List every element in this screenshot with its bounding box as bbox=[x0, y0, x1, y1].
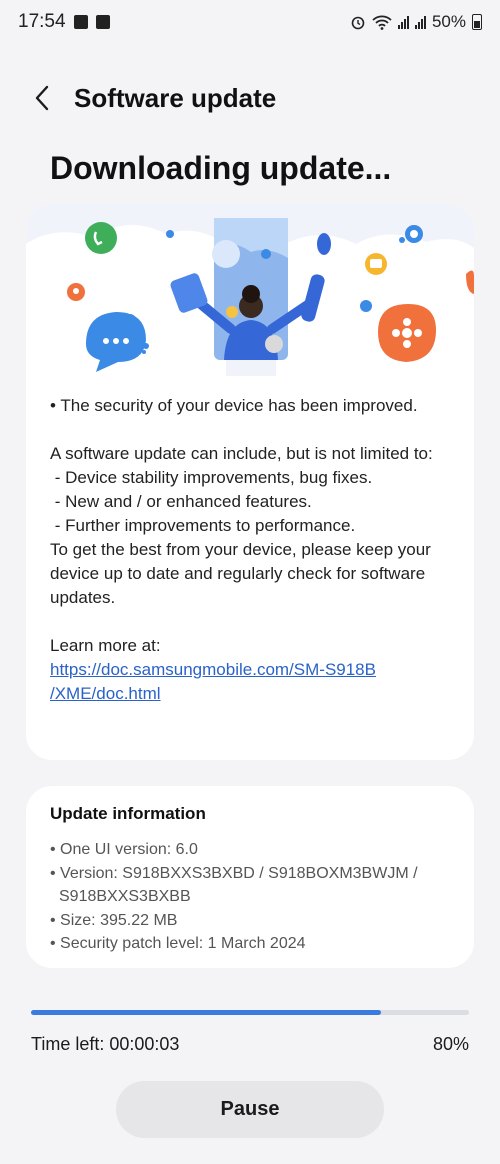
release-notes-body: • The security of your device has been i… bbox=[26, 376, 474, 706]
update-info-list: • One UI version: 6.0 • Version: S918BXX… bbox=[50, 838, 450, 956]
link-line-2[interactable]: /XME/doc.html bbox=[50, 682, 450, 706]
signal-2-icon bbox=[414, 15, 426, 29]
notes-item: - Device stability improvements, bug fix… bbox=[50, 468, 373, 487]
alarm-icon bbox=[351, 16, 365, 30]
status-left: 17:54 bbox=[18, 11, 110, 33]
learn-more-label: Learn more at: bbox=[50, 636, 161, 655]
security-patch-level: • Security patch level: 1 March 2024 bbox=[50, 935, 306, 952]
status-time: 17:54 bbox=[18, 11, 66, 32]
notification-icon bbox=[73, 15, 88, 29]
wifi-icon bbox=[372, 15, 392, 30]
time-left: Time left: 00:00:03 bbox=[31, 1034, 180, 1054]
back-button[interactable] bbox=[18, 74, 66, 122]
notes-intro: A software update can include, but is no… bbox=[50, 444, 433, 463]
app-header: Software update bbox=[0, 74, 500, 122]
pause-button[interactable]: Pause bbox=[116, 1081, 384, 1138]
page-title: Downloading update... bbox=[50, 150, 392, 186]
gallery-icon bbox=[95, 15, 110, 29]
update-info-title: Update information bbox=[50, 804, 206, 823]
progress-percent: 80% bbox=[432, 1034, 469, 1054]
learn-more-link[interactable]: https://doc.samsungmobile.com/SM-S918B /… bbox=[50, 658, 450, 706]
download-progress-fill bbox=[31, 1010, 382, 1015]
release-notes-card: • The security of your device has been i… bbox=[26, 204, 474, 760]
battery-percent: 50% bbox=[431, 12, 466, 31]
header-title: Software update bbox=[74, 82, 277, 113]
chevron-left-icon bbox=[35, 85, 49, 111]
hero-illustration bbox=[26, 204, 474, 376]
update-illustration bbox=[26, 218, 474, 376]
status-bar: 17:54 50% bbox=[0, 0, 500, 44]
link-line-1[interactable]: https://doc.samsungmobile.com/SM-S918B bbox=[50, 658, 450, 682]
notes-advice: To get the best from your device, please… bbox=[50, 540, 431, 607]
security-bullet: • The security of your device has been i… bbox=[50, 396, 418, 415]
update-info-card: Update information • One UI version: 6.0… bbox=[26, 786, 474, 968]
version-line-1: • Version: S918BXXS3BXBD / S918BOXM3BWJM… bbox=[50, 864, 418, 882]
one-ui-version: • One UI version: 6.0 bbox=[50, 841, 198, 858]
battery-icon bbox=[472, 14, 482, 30]
signal-1-icon bbox=[397, 15, 409, 29]
status-right: 50% bbox=[350, 12, 482, 32]
update-size: • Size: 395.22 MB bbox=[50, 911, 178, 929]
version-line-2: S918BXXS3BXBB bbox=[59, 888, 191, 905]
download-progress-bar bbox=[31, 1010, 469, 1015]
notes-item: - Further improvements to performance. bbox=[50, 516, 356, 535]
notes-item: - New and / or enhanced features. bbox=[50, 492, 312, 511]
